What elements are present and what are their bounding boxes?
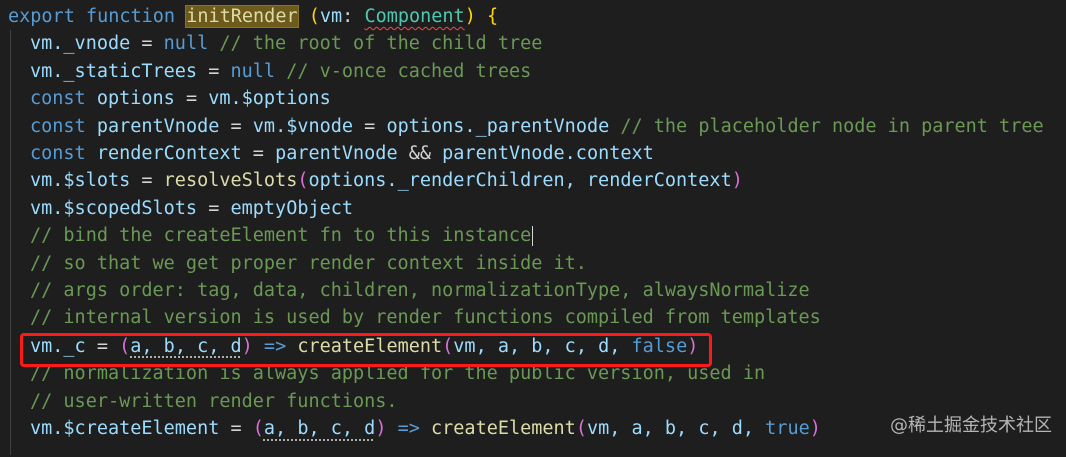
code-line-6: const renderContext = parentVnode && par…: [30, 140, 654, 167]
keyword: function: [85, 6, 176, 27]
code-token: vm._vnode: [30, 33, 131, 55]
indent-guide: [10, 30, 11, 455]
code-token: vm, a, b, c, d,: [586, 418, 766, 440]
code-token: options._parentVnode: [386, 115, 610, 137]
code-token: =: [174, 88, 209, 110]
code-token: =: [197, 197, 231, 219]
keyword: const: [30, 88, 86, 110]
code-token: =: [130, 33, 164, 55]
code-token: =: [197, 60, 231, 82]
comment: // the placeholder node in parent tree: [609, 115, 1044, 137]
code-token: vm.$createElement: [30, 418, 220, 440]
function-name: initRender: [185, 5, 299, 28]
code-line-1: export function initRender (vm: Componen…: [8, 3, 498, 30]
keyword: null: [163, 33, 209, 55]
comment: // internal version is used by render fu…: [30, 307, 821, 329]
code-line-2: vm._vnode = null // the root of the chil…: [30, 30, 542, 57]
paren: (: [297, 170, 309, 192]
code-line-8: vm.$scopedSlots = emptyObject: [30, 195, 353, 222]
function-call: resolveSlots: [163, 170, 298, 192]
comment: // v-once cached trees: [275, 60, 532, 82]
paren: (: [308, 6, 320, 27]
keyword: true: [765, 418, 810, 440]
function-call: createElement: [431, 418, 576, 440]
param: vm: [319, 6, 343, 27]
code-token: vm.$scopedSlots: [30, 197, 198, 219]
code-token: parentVnode: [275, 143, 398, 164]
keyword: const: [30, 143, 86, 164]
highlight-box: [20, 333, 712, 367]
code-line-10: // so that we get proper render context …: [30, 250, 587, 277]
paren: ): [731, 170, 743, 192]
paren: (: [252, 418, 264, 440]
arrow: =>: [386, 418, 432, 440]
code-line-15: // user-written render functions.: [30, 388, 398, 415]
comment: // bind the createElement fn to this ins…: [30, 225, 532, 247]
code-token: parentVnode.context: [442, 143, 654, 164]
watermark: @稀土掘金技术社区: [890, 415, 1052, 436]
code-line-9: // bind the createElement fn to this ins…: [30, 222, 534, 249]
comment: // so that we get proper render context …: [30, 252, 587, 274]
code-line-3: vm._staticTrees = null // v-once cached …: [30, 58, 531, 85]
code-token: emptyObject: [230, 197, 354, 219]
keyword: export: [8, 6, 75, 27]
code-line-4: const options = vm.$options: [30, 85, 331, 112]
code-token: vm.$options: [208, 88, 331, 110]
code-token: options._renderChildren, renderContext: [308, 170, 732, 192]
code-line-5: const parentVnode = vm.$vnode = options.…: [30, 113, 1044, 140]
code-token: vm.$vnode: [252, 115, 354, 137]
paren: ): [375, 418, 387, 440]
code-token: parentVnode: [96, 115, 220, 137]
code-token: a, b, c, d: [263, 418, 376, 440]
code-token: =: [130, 170, 164, 192]
code-token: =: [353, 115, 387, 137]
colon: :: [342, 6, 354, 27]
code-token: =: [241, 143, 276, 164]
keyword: const: [30, 115, 86, 137]
code-line-16: vm.$createElement = (a, b, c, d) => crea…: [30, 415, 821, 442]
comment: // user-written render functions.: [30, 390, 398, 412]
code-token: &&: [397, 143, 443, 164]
type-name: Component: [364, 6, 465, 27]
code-token: renderContext: [96, 143, 242, 164]
comment: // the root of the child tree: [208, 33, 543, 55]
paren: (: [575, 418, 587, 440]
keyword: null: [230, 60, 276, 82]
code-editor[interactable]: export function initRender (vm: Componen…: [0, 0, 1066, 457]
code-line-7: vm.$slots = resolveSlots(options._render…: [30, 167, 743, 194]
code-token: =: [219, 115, 253, 137]
code-token: vm._staticTrees: [30, 60, 198, 82]
code-token: options: [96, 88, 175, 110]
paren: ): [809, 418, 821, 440]
brace: {: [486, 6, 499, 27]
code-line-12: // internal version is used by render fu…: [30, 304, 821, 331]
code-token: =: [219, 418, 253, 440]
text-cursor: [532, 226, 534, 247]
paren: ): [464, 6, 476, 27]
comment: // args order: tag, data, children, norm…: [30, 280, 810, 301]
code-token: vm.$slots: [30, 170, 131, 192]
code-line-11: // args order: tag, data, children, norm…: [30, 277, 810, 304]
